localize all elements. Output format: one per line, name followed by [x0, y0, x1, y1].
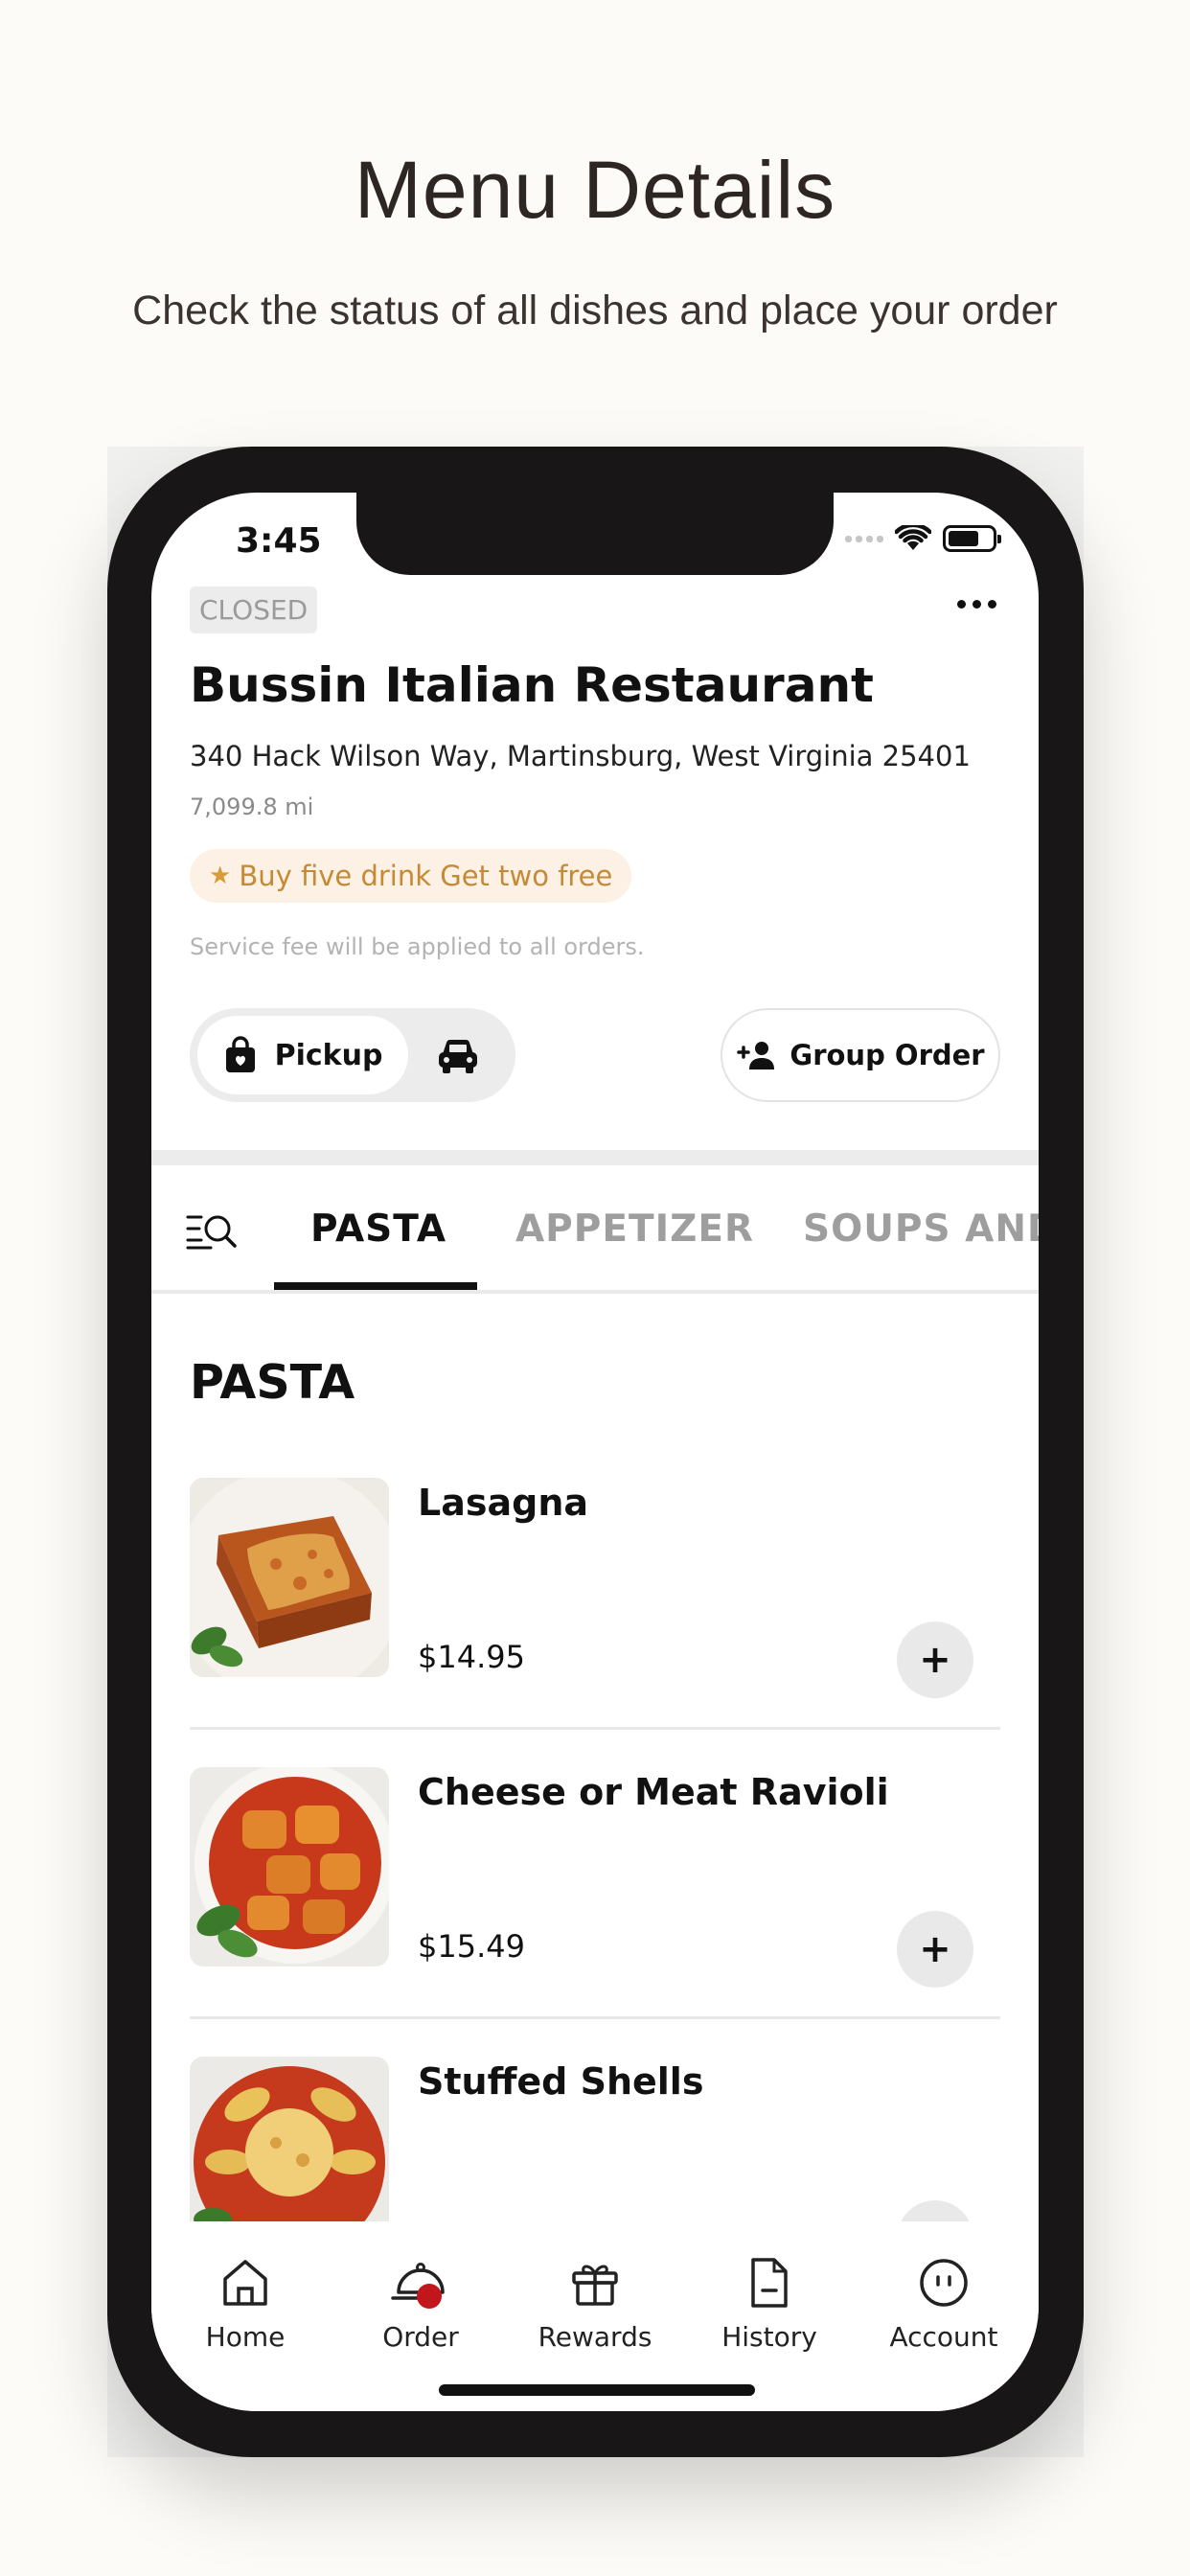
tabbar-label: History	[721, 2321, 817, 2353]
car-icon	[439, 1039, 477, 1073]
document-icon	[751, 2258, 788, 2308]
tabs-rule	[151, 1290, 1039, 1294]
tabbar-item-order[interactable]: Order	[349, 2256, 492, 2353]
add-person-icon	[737, 1042, 775, 1070]
signal-icon	[845, 535, 883, 542]
restaurant-name: Bussin Italian Restaurant	[190, 657, 874, 713]
phone-screen: 3:45 CLOSED Bussin Italian Restaurant 34…	[151, 493, 1039, 2411]
item-divider	[190, 2016, 1000, 2019]
tab-soups[interactable]: SOUPS AND	[803, 1208, 1039, 1251]
tabbar-item-history[interactable]: History	[698, 2256, 841, 2353]
battery-icon	[943, 525, 1001, 552]
page-title: Menu Details	[354, 145, 836, 235]
ravioli-image	[190, 1767, 389, 1966]
shopping-bag-icon	[225, 1036, 255, 1072]
plus-icon: +	[919, 1927, 951, 1971]
group-order-label: Group Order	[790, 1039, 985, 1071]
add-item-button[interactable]: +	[897, 1622, 973, 1698]
order-mode-toggle: Pickup	[190, 1008, 515, 1102]
group-order-button[interactable]: Group Order	[721, 1008, 1000, 1102]
active-tab-indicator	[274, 1282, 477, 1290]
add-item-button[interactable]: +	[897, 1911, 973, 1988]
tab-pasta[interactable]: PASTA	[310, 1208, 446, 1251]
tabbar-item-home[interactable]: Home	[173, 2256, 317, 2353]
delivery-option[interactable]	[435, 1033, 481, 1077]
tabbar-label: Rewards	[538, 2321, 652, 2353]
section-title: PASTA	[190, 1355, 355, 1410]
status-time: 3:45	[236, 521, 322, 561]
item-name: Stuffed Shells	[418, 2060, 704, 2103]
item-price: $15.49	[418, 1928, 525, 1965]
item-divider	[190, 1727, 1000, 1730]
notch	[356, 493, 834, 575]
promo-banner[interactable]: ★ Buy five drink Get two free	[190, 849, 632, 903]
service-fee-note: Service fee will be applied to all order…	[190, 933, 645, 960]
tabbar-label: Order	[382, 2321, 459, 2353]
tabbar-item-rewards[interactable]: Rewards	[523, 2256, 667, 2353]
menu-search-icon[interactable]	[186, 1209, 238, 1252]
home-indicator	[439, 2384, 755, 2396]
section-divider	[151, 1150, 1039, 1165]
restaurant-address: 340 Hack Wilson Way, Martinsburg, West V…	[190, 740, 971, 772]
wifi-icon	[895, 525, 931, 550]
home-icon	[223, 2260, 267, 2306]
account-icon	[920, 2259, 968, 2307]
cloche-icon	[391, 2263, 445, 2309]
tabbar-item-account[interactable]: Account	[872, 2256, 1016, 2353]
status-icons	[845, 525, 1001, 552]
restaurant-distance: 7,099.8 mi	[190, 794, 314, 820]
tabbar-label: Account	[889, 2321, 998, 2353]
more-options-icon[interactable]	[957, 600, 996, 609]
pickup-option[interactable]: Pickup	[197, 1016, 408, 1094]
tab-appetizer[interactable]: APPETIZER	[515, 1208, 754, 1251]
status-badge: CLOSED	[190, 586, 318, 633]
page-subtitle: Check the status of all dishes and place…	[132, 288, 1058, 334]
item-price: $14.95	[418, 1639, 525, 1675]
item-name: Lasagna	[418, 1482, 589, 1524]
gift-icon	[572, 2265, 618, 2306]
menu-item[interactable]: Cheese or Meat Ravioli $15.49 +	[190, 1767, 1000, 2057]
tabbar-label: Home	[205, 2321, 286, 2353]
item-name: Cheese or Meat Ravioli	[418, 1771, 889, 1813]
star-icon: ★	[209, 862, 232, 890]
menu-item[interactable]: Lasagna $14.95 +	[190, 1478, 1000, 1767]
promo-text: Buy five drink Get two free	[239, 860, 613, 892]
bottom-tab-bar: Home Order Rewards History Account	[151, 2221, 1039, 2411]
plus-icon: +	[919, 1638, 951, 1682]
lasagna-image	[190, 1478, 389, 1677]
category-tabs: PASTA APPETIZER SOUPS AND	[151, 1165, 1039, 1301]
pickup-label: Pickup	[274, 1038, 383, 1072]
